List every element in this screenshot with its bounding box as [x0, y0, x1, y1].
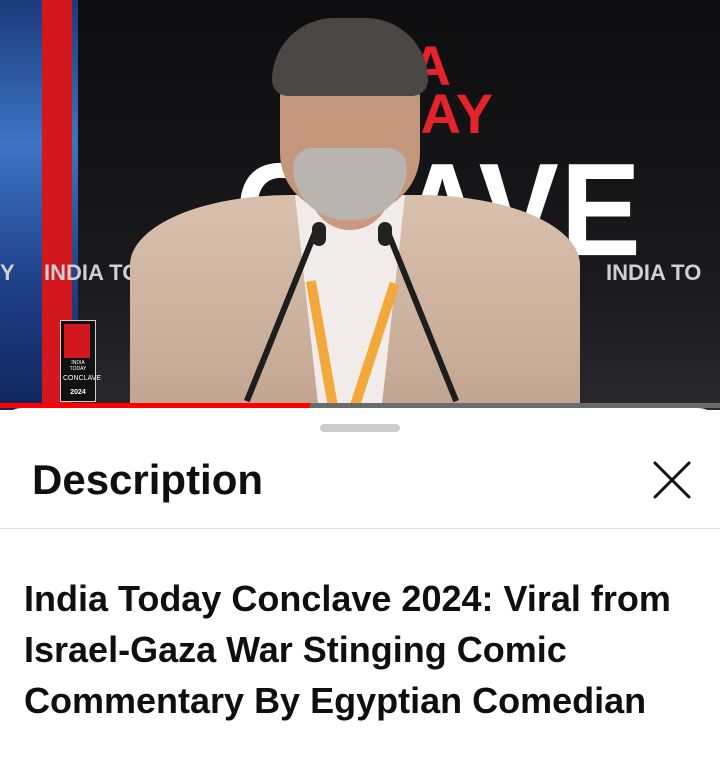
video-title: India Today Conclave 2024: Viral from Is…	[24, 578, 671, 721]
video-player[interactable]: IA DAY CLAVE Y INDIA TO Y INDIA TO INDIA…	[0, 0, 720, 410]
divider	[0, 528, 720, 529]
conclave-logo: INDIA TODAY CONCLAVE 2024	[60, 320, 101, 402]
ticker-item: Y	[0, 260, 15, 285]
ticker-item: INDIA TO	[606, 260, 702, 285]
speaker-figure	[90, 0, 610, 410]
description-sheet: Description India Today Conclave 2024: V…	[0, 408, 720, 780]
logo-mark-icon	[64, 324, 90, 358]
logo-text: 2024	[70, 389, 86, 396]
close-icon	[653, 461, 691, 499]
drag-handle[interactable]	[320, 424, 400, 432]
microphone-icon	[312, 222, 326, 246]
microphone-icon	[378, 222, 392, 246]
logo-text: TODAY	[69, 366, 87, 372]
logo-text: CONCLAVE	[63, 375, 101, 382]
close-button[interactable]	[646, 454, 698, 506]
speaker-hair	[272, 18, 428, 96]
sheet-title: Description	[32, 456, 264, 503]
